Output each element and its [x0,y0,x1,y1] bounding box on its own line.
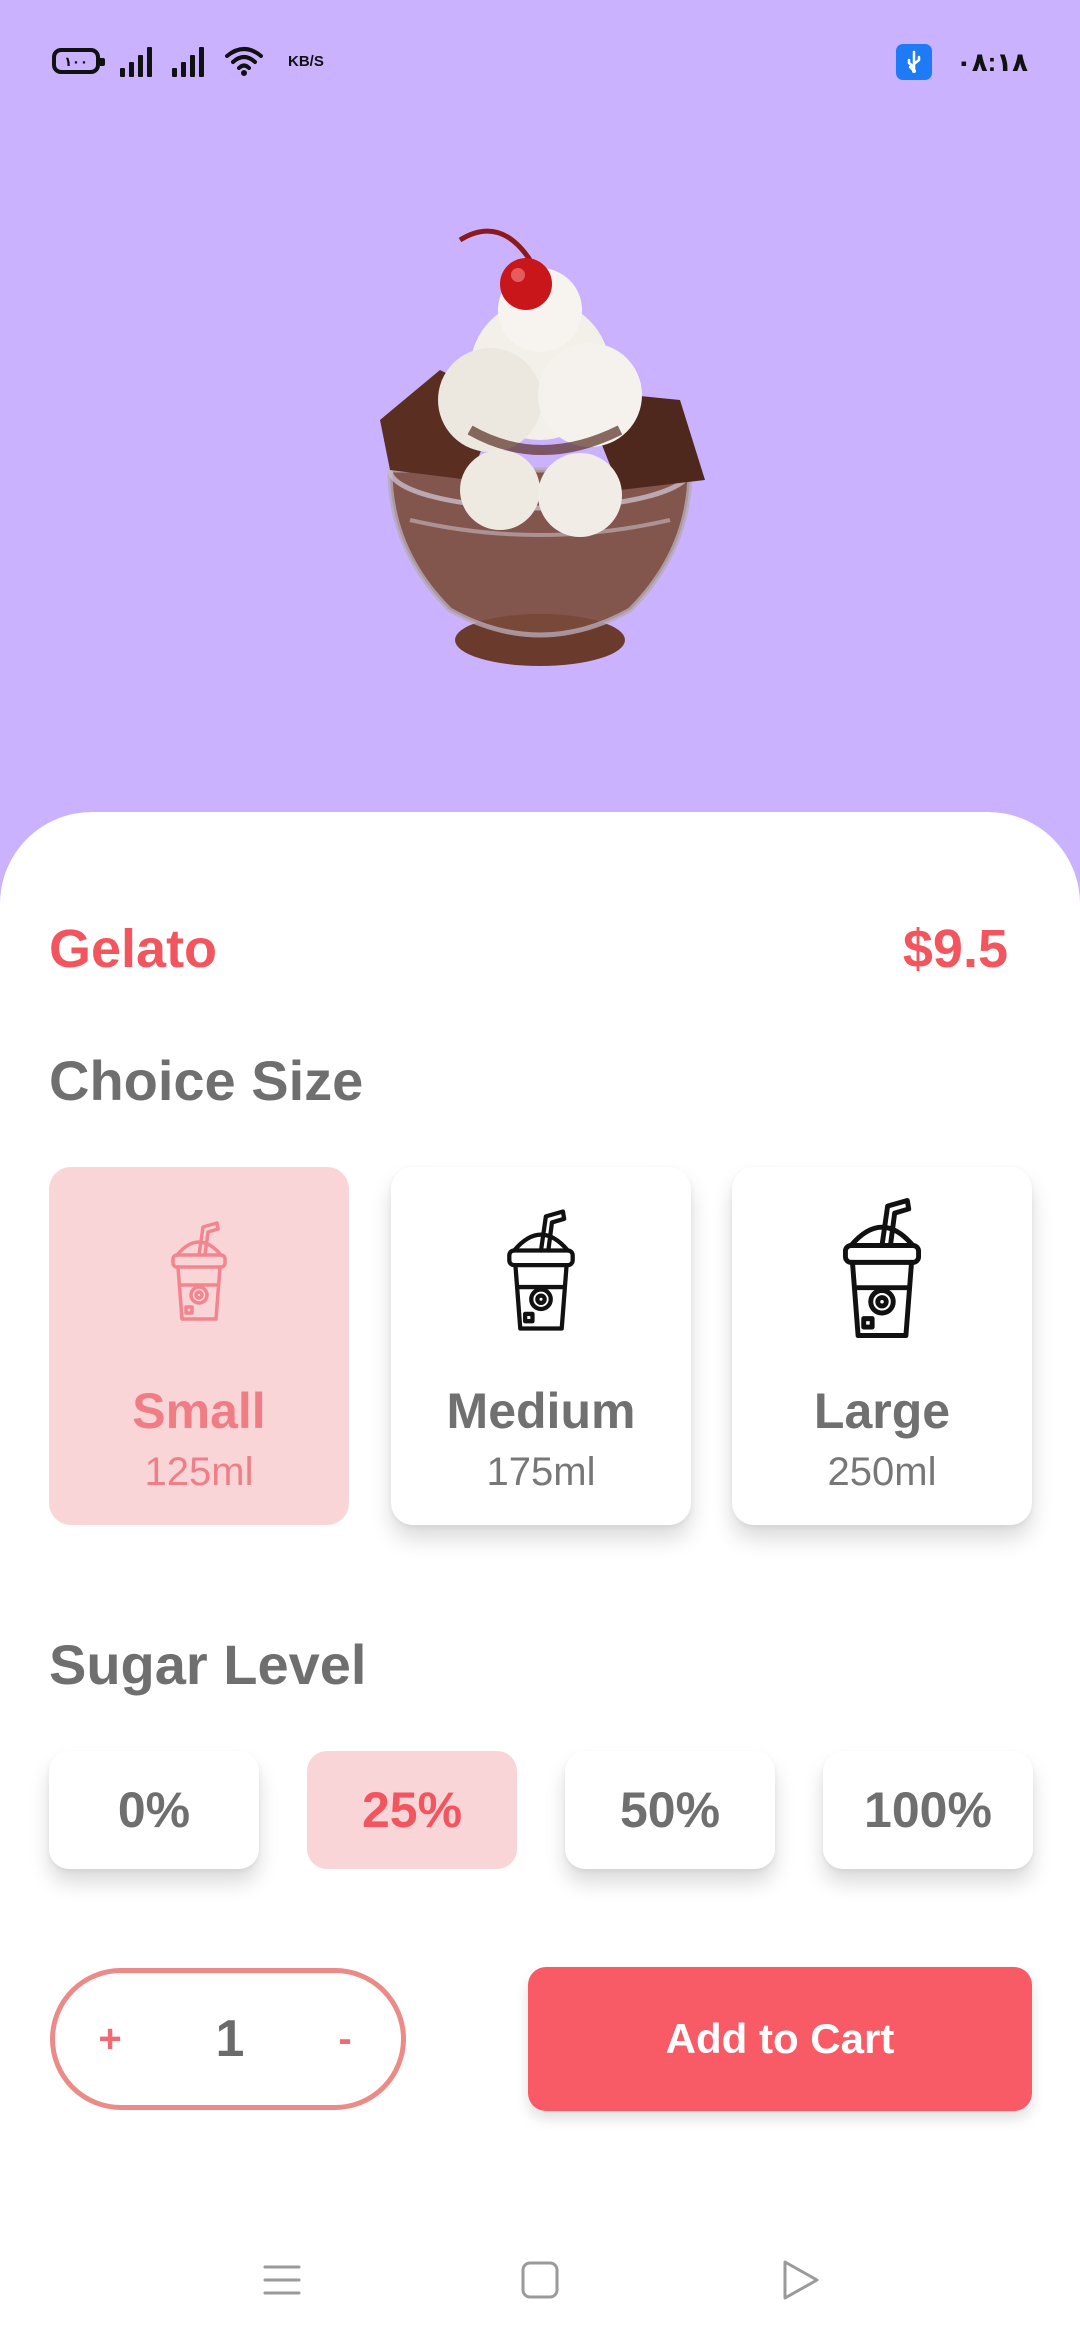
size-volume: 125ml [144,1450,254,1494]
size-option-small[interactable]: Small 125ml [49,1167,349,1525]
size-name: Medium [446,1383,636,1439]
cup-icon [842,1198,922,1338]
status-right: ٠٨:١٨ [895,44,1028,80]
product-price: $9.5 [902,919,1008,979]
increment-button[interactable]: + [85,1973,135,2105]
sugar-option-25[interactable]: 25% [307,1751,517,1869]
size-volume: 250ml [827,1450,937,1494]
size-section-title: Choice Size [49,1049,364,1112]
sugar-option-0[interactable]: 0% [49,1751,259,1869]
menu-icon[interactable] [252,2250,312,2310]
battery-icon: ١٠٠ [52,48,105,74]
cup-icon [171,1221,227,1321]
back-triangle-icon[interactable] [770,2250,830,2310]
product-name: Gelato [49,919,218,979]
ice-cream-sundae-image [380,228,705,666]
cup-icon [507,1209,575,1331]
sugar-section-title: Sugar Level [49,1633,367,1696]
sugar-option-100[interactable]: 100% [823,1751,1033,1869]
quantity-value: 1 [215,2010,245,2068]
signal-1-icon [120,45,152,77]
size-name: Small [132,1383,266,1439]
status-left: ١٠٠ KB/S [52,44,324,78]
add-to-cart-button[interactable]: Add to Cart [528,1967,1032,2111]
status-bar: ١٠٠ KB/S ٠٨:١٨ [0,0,1080,130]
battery-text: ١٠٠ [64,53,88,69]
quantity-stepper: + 1 - [50,1968,406,2110]
wifi-icon [225,47,263,76]
size-option-medium[interactable]: Medium 175ml [391,1167,691,1525]
home-square-icon[interactable] [510,2250,570,2310]
clock: ٠٨:١٨ [955,46,1028,77]
sugar-option-50[interactable]: 50% [565,1751,775,1869]
decrement-button[interactable]: - [320,1973,370,2105]
size-name: Large [813,1383,951,1439]
size-volume: 175ml [486,1450,596,1494]
signal-2-icon [172,45,204,77]
size-option-large[interactable]: Large 250ml [732,1167,1032,1525]
usb-icon [895,44,932,80]
network-speed: KB/S [288,52,324,70]
